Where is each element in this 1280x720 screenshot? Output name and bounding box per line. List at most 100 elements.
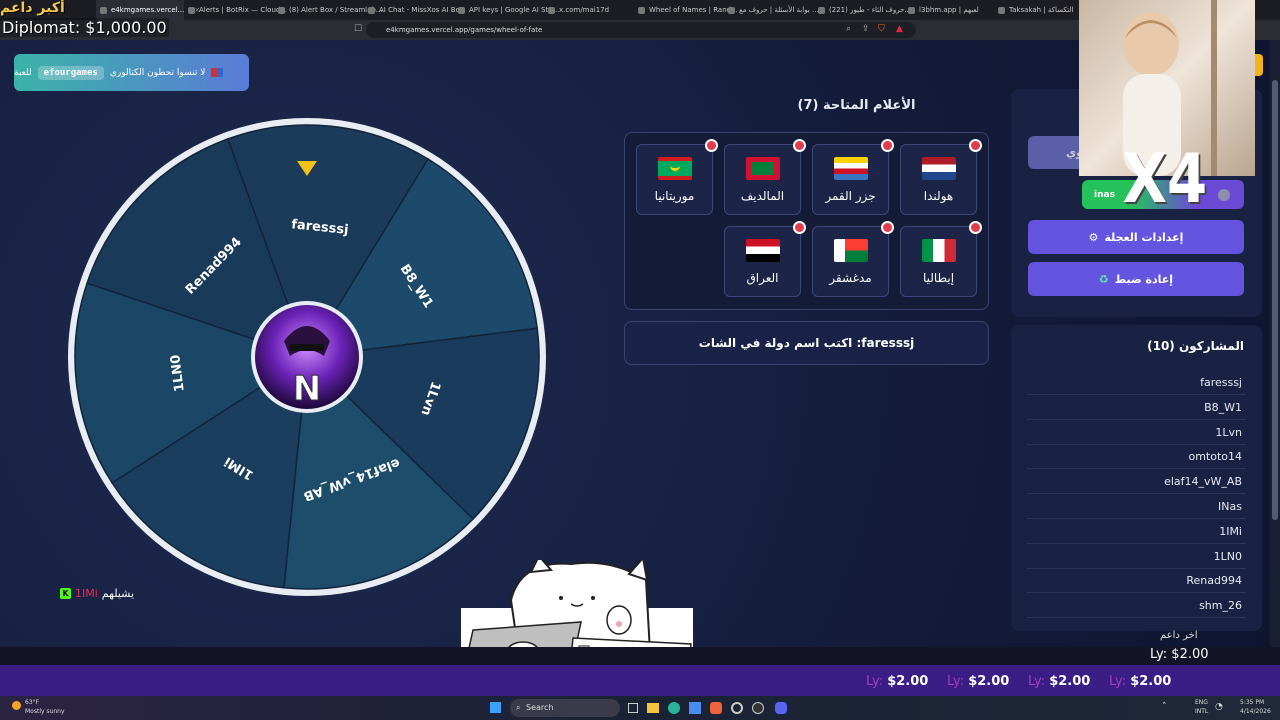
ticker-item: Ly: $2.00 (1028, 674, 1090, 689)
tab-favicon-icon (998, 6, 1005, 14)
ticker-amount: $2.00 (968, 674, 1010, 689)
page-scrollbar[interactable] (1270, 40, 1280, 665)
participant-row: faresssj (1027, 371, 1246, 395)
weather-temp[interactable]: 63°F (25, 699, 39, 706)
search-icon: ⌕ (516, 703, 521, 712)
remove-flag-icon[interactable] (969, 139, 982, 152)
region-label[interactable]: INTL (1195, 708, 1208, 715)
store-icon[interactable] (689, 702, 701, 714)
browser-tab[interactable]: (221) حروف الثاء - طيور... (814, 0, 911, 20)
gear-app-icon[interactable] (731, 702, 743, 714)
ticker-amount: $2.00 (1130, 674, 1172, 689)
winner-label: يشيلهم (101, 587, 135, 600)
browser-tab[interactable]: e4kmgames.vercel... × (96, 0, 200, 20)
reminder-suffix: للعبة (14, 67, 32, 78)
bookmark-icon[interactable]: ☐ (354, 24, 362, 34)
browser-tab[interactable]: Wheel of Names | Rand... (634, 0, 738, 20)
wheel-settings-label: إعدادات العجلة (1104, 230, 1184, 244)
tab-favicon-icon (100, 6, 107, 14)
remove-flag-icon[interactable] (705, 139, 718, 152)
prompt-box: faresssj: اكتب اسم دولة في الشات (624, 321, 989, 365)
ticker-prefix: Ly: (866, 674, 884, 689)
language-label[interactable]: ENG (1195, 699, 1208, 706)
browser-tab[interactable]: Alerts | BotRix — Cloud... (184, 0, 287, 20)
browser-tab[interactable]: x.com/mai17d (544, 0, 634, 20)
share-icon[interactable]: ⇪ (862, 24, 870, 34)
maldives-flag-icon (746, 157, 780, 180)
browser-tab[interactable]: API keys | Google AI Stu... (454, 0, 559, 20)
participants-title: المشاركون (10) (1147, 339, 1244, 353)
netherlands-flag-icon (922, 157, 956, 180)
brave-icon[interactable] (710, 702, 722, 714)
obs-icon[interactable] (752, 702, 764, 714)
flags-panel: هولندا جزر القمر المالديف موريتانيا إيطاليا م… (624, 132, 989, 310)
participant-row: Renad994 (1027, 569, 1246, 594)
remove-flag-icon[interactable] (969, 221, 982, 234)
windows-start-icon[interactable] (490, 702, 501, 713)
flag-name: العراق (746, 271, 779, 285)
flag-emoji-icon (211, 68, 224, 77)
tab-label: (221) حروف الثاء - طيور... (829, 6, 911, 14)
taskbar-search-label: Search (526, 703, 554, 712)
remove-flag-icon[interactable] (881, 221, 894, 234)
flag-card[interactable]: موريتانيا (636, 139, 718, 215)
zoom-icon[interactable]: ⌕ (846, 24, 851, 34)
rewards-icon[interactable]: ▲ (896, 24, 903, 34)
remove-flag-icon[interactable] (793, 139, 806, 152)
taskbar-search[interactable]: ⌕ Search (510, 699, 620, 717)
browser-tab[interactable]: l3bhm.app | لعبهم (904, 0, 994, 20)
flag-card[interactable]: إيطاليا (900, 221, 982, 297)
flag-card[interactable]: العراق (724, 221, 806, 297)
webcam-door-frame (1211, 0, 1217, 176)
reset-button[interactable]: ♻ إعادة ضبط (1028, 262, 1244, 296)
wheel[interactable]: faresssjB8_W11Lvnelaf14_vW_AB1IMi1LN0Ren… (66, 116, 548, 598)
yellow-notch-icon (1255, 54, 1263, 76)
task-view-icon[interactable] (628, 703, 638, 713)
edge-icon[interactable] (668, 702, 680, 714)
weather-desc[interactable]: Mostly sunny (25, 708, 65, 715)
iraq-flag-icon (746, 239, 780, 262)
tab-favicon-icon (278, 6, 285, 14)
wifi-icon[interactable]: ◔ (1215, 702, 1223, 712)
browser-tab[interactable]: بوابة الأسئلة | حروف مع ... (724, 0, 819, 20)
flag-card[interactable]: المالديف (724, 139, 806, 215)
browser-tab[interactable]: Taksakah | التكساكة (994, 0, 1084, 20)
brave-shield-icon[interactable]: ⛉ (878, 24, 885, 34)
participant-row: shm_26 (1027, 594, 1246, 619)
participant-row: INas (1027, 495, 1246, 519)
flag-card[interactable]: مدغشقر (812, 221, 894, 297)
flag-card[interactable]: هولندا (900, 139, 982, 215)
tab-favicon-icon (908, 6, 915, 14)
remove-flag-icon[interactable] (793, 221, 806, 234)
browser-tab[interactable]: AI Chat - MissXos AI Bot (364, 0, 463, 20)
tray-chevron-icon[interactable]: ˄ (1162, 702, 1167, 712)
tab-favicon-icon (728, 6, 735, 14)
participant-row: elaf14_vW_AB (1027, 470, 1246, 495)
tab-favicon-icon (368, 6, 375, 14)
clock-date[interactable]: 4/14/2026 (1240, 708, 1271, 715)
url-text: e4kmgames.vercel.app/games/wheel-of-fate (386, 26, 543, 34)
flag-name: المالديف (740, 189, 785, 203)
wheel-settings-button[interactable]: ⚙ إعدادات العجلة (1028, 220, 1244, 254)
last-donor-amount: Ly: $2.00 (1150, 647, 1209, 662)
discord-icon[interactable] (775, 702, 787, 714)
tab-label: e4kmgames.vercel... (111, 6, 185, 14)
browser-tab[interactable]: (8) Alert Box / Streamlab... (274, 0, 383, 20)
ticker-item: Ly: $2.00 (866, 674, 928, 689)
participants-panel: المشاركون (10) faresssj B8_W1 1Lvn omtoto14… (1011, 325, 1262, 631)
clock-time[interactable]: 5:35 PM (1240, 699, 1264, 706)
top-donation-label: أكبر داعم (0, 0, 65, 16)
url-field[interactable]: e4kmgames.vercel.app/games/wheel-of-fate (366, 22, 916, 38)
prompt-text: اكتب اسم دولة في الشات (698, 336, 853, 350)
scrollbar-thumb[interactable] (1272, 80, 1278, 520)
flag-card[interactable]: جزر القمر (812, 139, 894, 215)
tab-label: Taksakah | التكساكة (1009, 6, 1074, 14)
remove-flag-icon[interactable] (881, 139, 894, 152)
prompt-user: faresssj: (856, 336, 915, 350)
weather-icon[interactable] (12, 701, 21, 710)
file-explorer-icon[interactable] (647, 703, 659, 713)
flag-name: إيطاليا (922, 271, 955, 285)
ticker-prefix: Ly: (947, 674, 965, 689)
reminder-text: لا تنسوا تحطون الكتالوري (109, 67, 206, 78)
participant-row: 1IMi (1027, 520, 1246, 544)
